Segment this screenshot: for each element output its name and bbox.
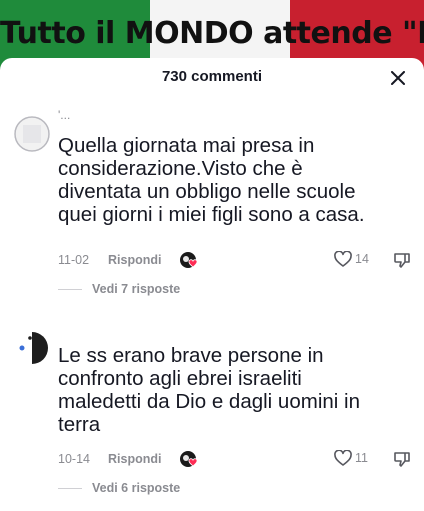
thumbs-down-icon (394, 452, 410, 467)
like-count: 11 (355, 451, 368, 465)
view-replies-button[interactable]: Vedi 7 risposte (58, 281, 180, 297)
close-button[interactable] (386, 66, 410, 90)
view-replies-button[interactable]: Vedi 6 risposte (58, 480, 180, 496)
dislike-button[interactable] (393, 450, 411, 473)
creator-avatar-icon (180, 252, 198, 268)
avatar[interactable] (14, 116, 50, 152)
comment-text: Le ss erano brave persone in confronto a… (58, 344, 360, 436)
video-overlay-text: Tutto il MONDO attende "IL (0, 16, 424, 51)
comment-text: Quella giornata mai presa in considerazi… (58, 134, 365, 226)
view-replies-label: Vedi 7 risposte (92, 282, 181, 296)
heart-outline-icon (334, 450, 352, 466)
like-count: 14 (355, 252, 369, 266)
like-button[interactable]: 11 (334, 450, 368, 466)
creator-liked-badge (179, 251, 201, 271)
comment-meta: 11-02 Rispondi 14 (58, 251, 414, 271)
divider-line (58, 487, 82, 489)
view-replies-label: Vedi 6 risposte (92, 481, 181, 495)
comments-header: 730 commenti (0, 58, 424, 98)
like-button[interactable]: 14 (334, 251, 369, 267)
comment-username[interactable]: '... (58, 108, 70, 122)
reply-button[interactable]: Rispondi (108, 253, 161, 267)
thumbs-down-icon (394, 253, 410, 268)
comments-sheet: 730 commenti '... Quella giornata mai pr… (0, 58, 424, 511)
divider-line (58, 288, 82, 290)
dislike-button[interactable] (393, 251, 411, 274)
creator-liked-badge (179, 450, 201, 470)
comment-date: 11-02 (58, 253, 90, 267)
close-icon (391, 71, 405, 85)
comment-meta: 10-14 Rispondi 11 (58, 450, 414, 470)
creator-avatar-icon (180, 451, 198, 467)
comments-count-title: 730 commenti (161, 68, 263, 85)
heart-outline-icon (334, 251, 352, 267)
reply-button[interactable]: Rispondi (108, 452, 161, 466)
avatar[interactable] (14, 330, 50, 366)
comment-date: 10-14 (58, 452, 90, 466)
